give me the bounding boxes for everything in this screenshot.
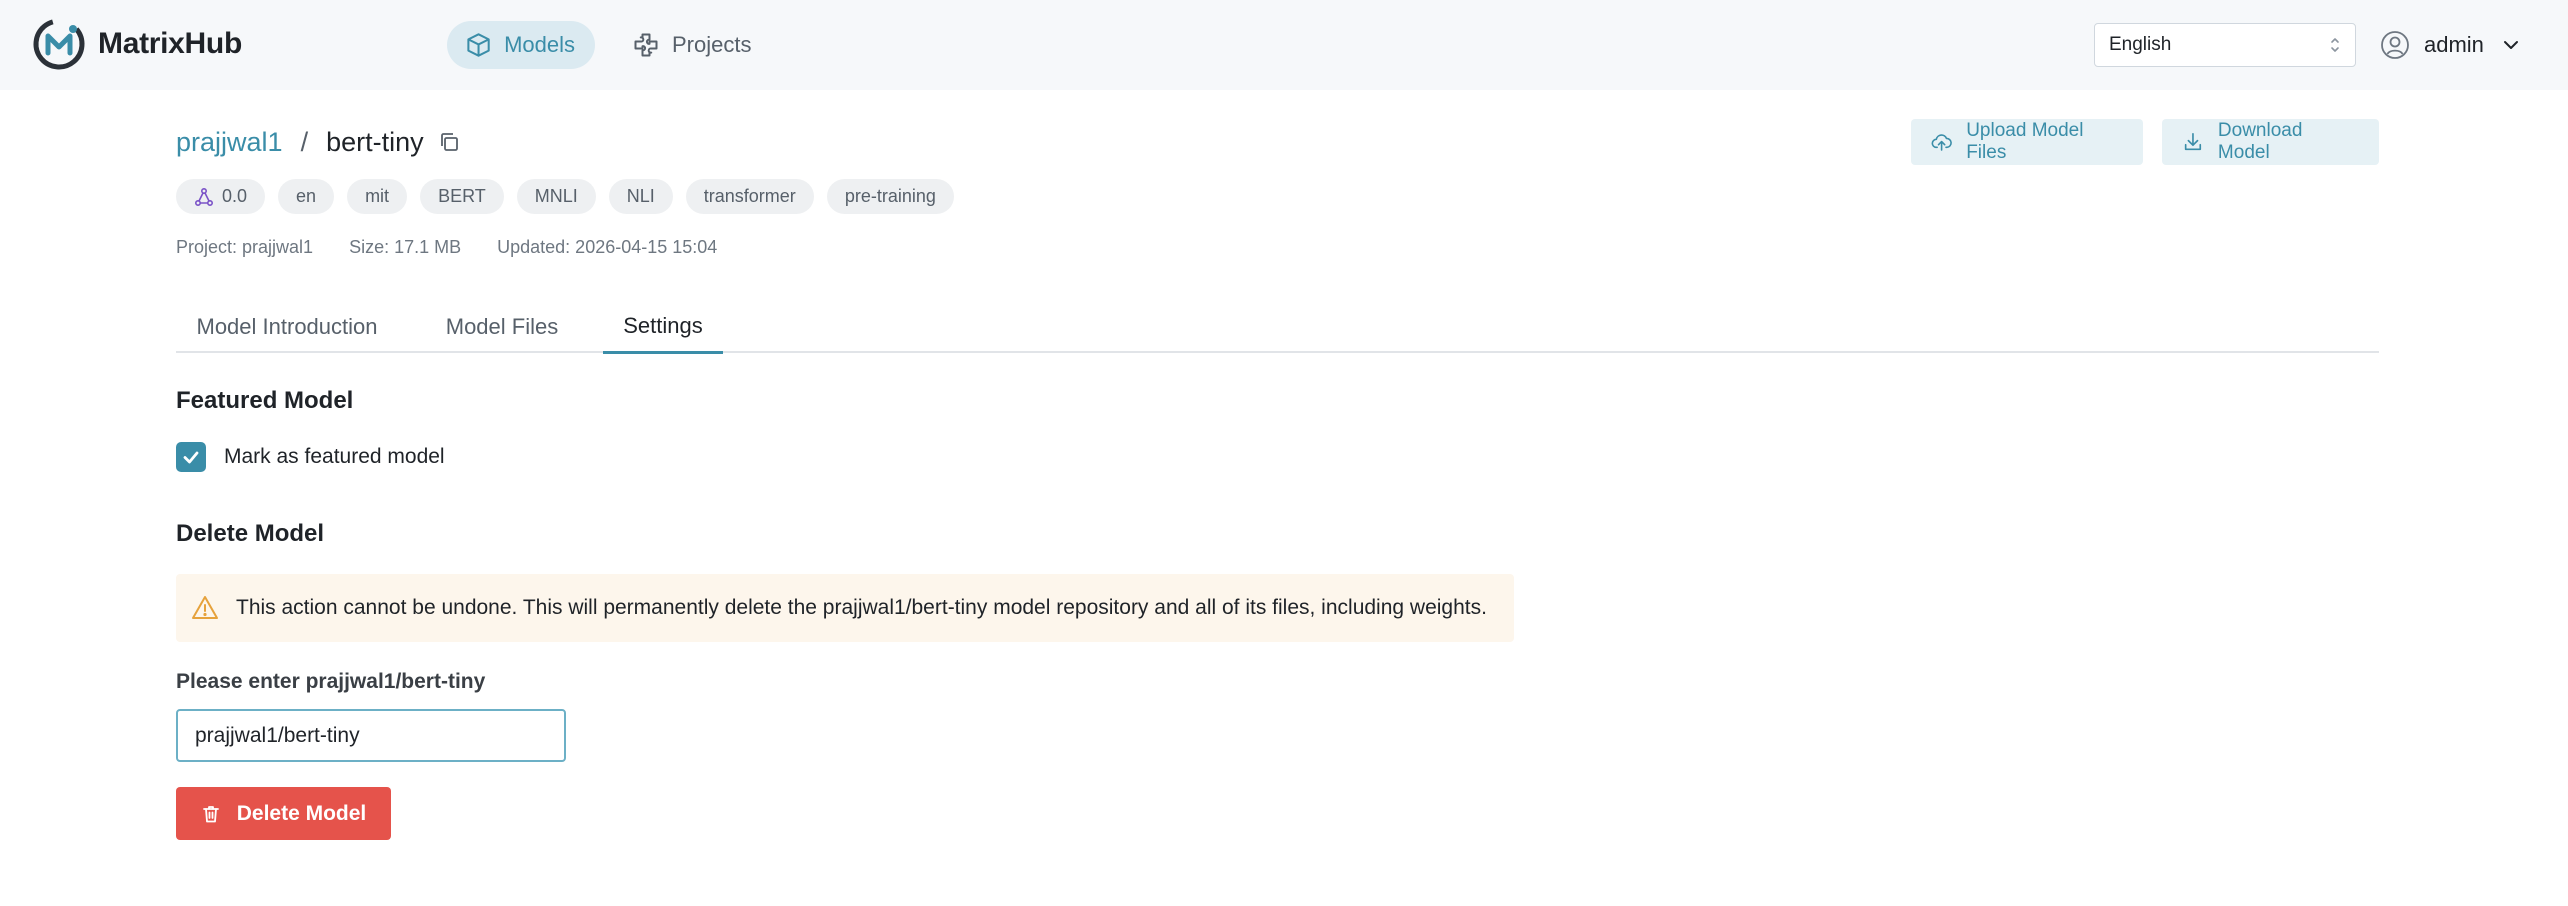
tab-settings[interactable]: Settings	[603, 300, 723, 354]
confirm-model-name-input[interactable]	[176, 709, 566, 762]
tag-chip[interactable]: mit	[347, 179, 408, 214]
user-name: admin	[2424, 32, 2484, 57]
cube-icon	[467, 33, 490, 57]
cloud-upload-icon	[1931, 134, 1952, 151]
trash-icon	[202, 805, 219, 822]
model-tabs: Model Introduction Model Files Settings	[176, 300, 2379, 354]
model-meta: Project: prajjwal1 Size: 17.1 MB Updated…	[176, 237, 753, 258]
tag-chip[interactable]: BERT	[420, 179, 504, 214]
nav-projects-label: Projects	[672, 32, 752, 57]
confirm-input-label: Please enter prajjwal1/bert-tiny	[176, 670, 486, 693]
breadcrumb-owner-link[interactable]: prajjwal1	[176, 127, 283, 158]
chevron-down-icon	[2503, 41, 2518, 49]
meta-size: Size: 17.1 MB	[349, 237, 462, 257]
breadcrumb-separator: /	[300, 126, 309, 157]
top-header: MatrixHub Models Projects English admin	[0, 0, 2568, 90]
language-select[interactable]: English	[2094, 23, 2356, 67]
select-caret-icon	[2331, 38, 2339, 52]
language-value: English	[2109, 34, 2172, 55]
upload-model-files-label: Upload Model Files	[1966, 120, 2084, 163]
featured-model-heading: Featured Model	[176, 387, 354, 414]
nav-models[interactable]: Models	[447, 21, 595, 69]
app-logo[interactable]: MatrixHub	[32, 17, 242, 71]
model-tags: 0.0 en mit BERT MNLI NLI transformer pre…	[176, 179, 967, 214]
delete-model-heading: Delete Model	[176, 520, 325, 547]
delete-warning-text: This action cannot be undone. This will …	[236, 596, 1487, 619]
download-icon	[2184, 132, 2202, 151]
meta-project: Project: prajjwal1	[176, 237, 314, 257]
matrixhub-logo-icon	[33, 18, 85, 70]
score-tag: 0.0	[176, 179, 266, 214]
nav-models-label: Models	[504, 32, 575, 57]
tag-chip[interactable]: en	[278, 179, 335, 214]
score-value: 0.0	[222, 186, 248, 206]
warning-triangle-icon	[192, 596, 218, 619]
tab-model-introduction[interactable]: Model Introduction	[176, 300, 398, 353]
meta-updated: Updated: 2026-04-15 15:04	[497, 237, 718, 257]
copy-icon[interactable]	[438, 131, 460, 153]
tab-model-files[interactable]: Model Files	[428, 300, 576, 353]
model-breadcrumb: prajjwal1 / bert-tiny	[176, 122, 460, 162]
featured-checkbox[interactable]	[176, 442, 206, 472]
tag-chip[interactable]: pre-training	[826, 179, 954, 214]
featured-checkbox-label: Mark as featured model	[224, 445, 445, 468]
nav-projects[interactable]: Projects	[614, 21, 774, 69]
model-name: bert-tiny	[326, 126, 424, 157]
tag-chip[interactable]: NLI	[608, 179, 673, 214]
download-model-label: Download Model	[2217, 120, 2303, 163]
checkmark-icon	[183, 451, 199, 464]
graph-nodes-icon	[194, 187, 214, 206]
delete-warning-alert: This action cannot be undone. This will …	[176, 574, 1514, 642]
tag-chip[interactable]: MNLI	[516, 179, 596, 214]
user-menu[interactable]: admin	[2380, 26, 2520, 64]
app-name: MatrixHub	[98, 27, 242, 60]
delete-model-button[interactable]: Delete Model	[176, 787, 391, 840]
tag-chip[interactable]: transformer	[685, 179, 814, 214]
delete-model-label: Delete Model	[236, 801, 367, 825]
download-model-button[interactable]: Download Model	[2162, 119, 2379, 165]
puzzle-icon	[634, 33, 658, 57]
user-circle-icon	[2381, 31, 2409, 59]
featured-checkbox-row[interactable]: Mark as featured model	[176, 442, 445, 472]
upload-model-files-button[interactable]: Upload Model Files	[1911, 119, 2143, 165]
